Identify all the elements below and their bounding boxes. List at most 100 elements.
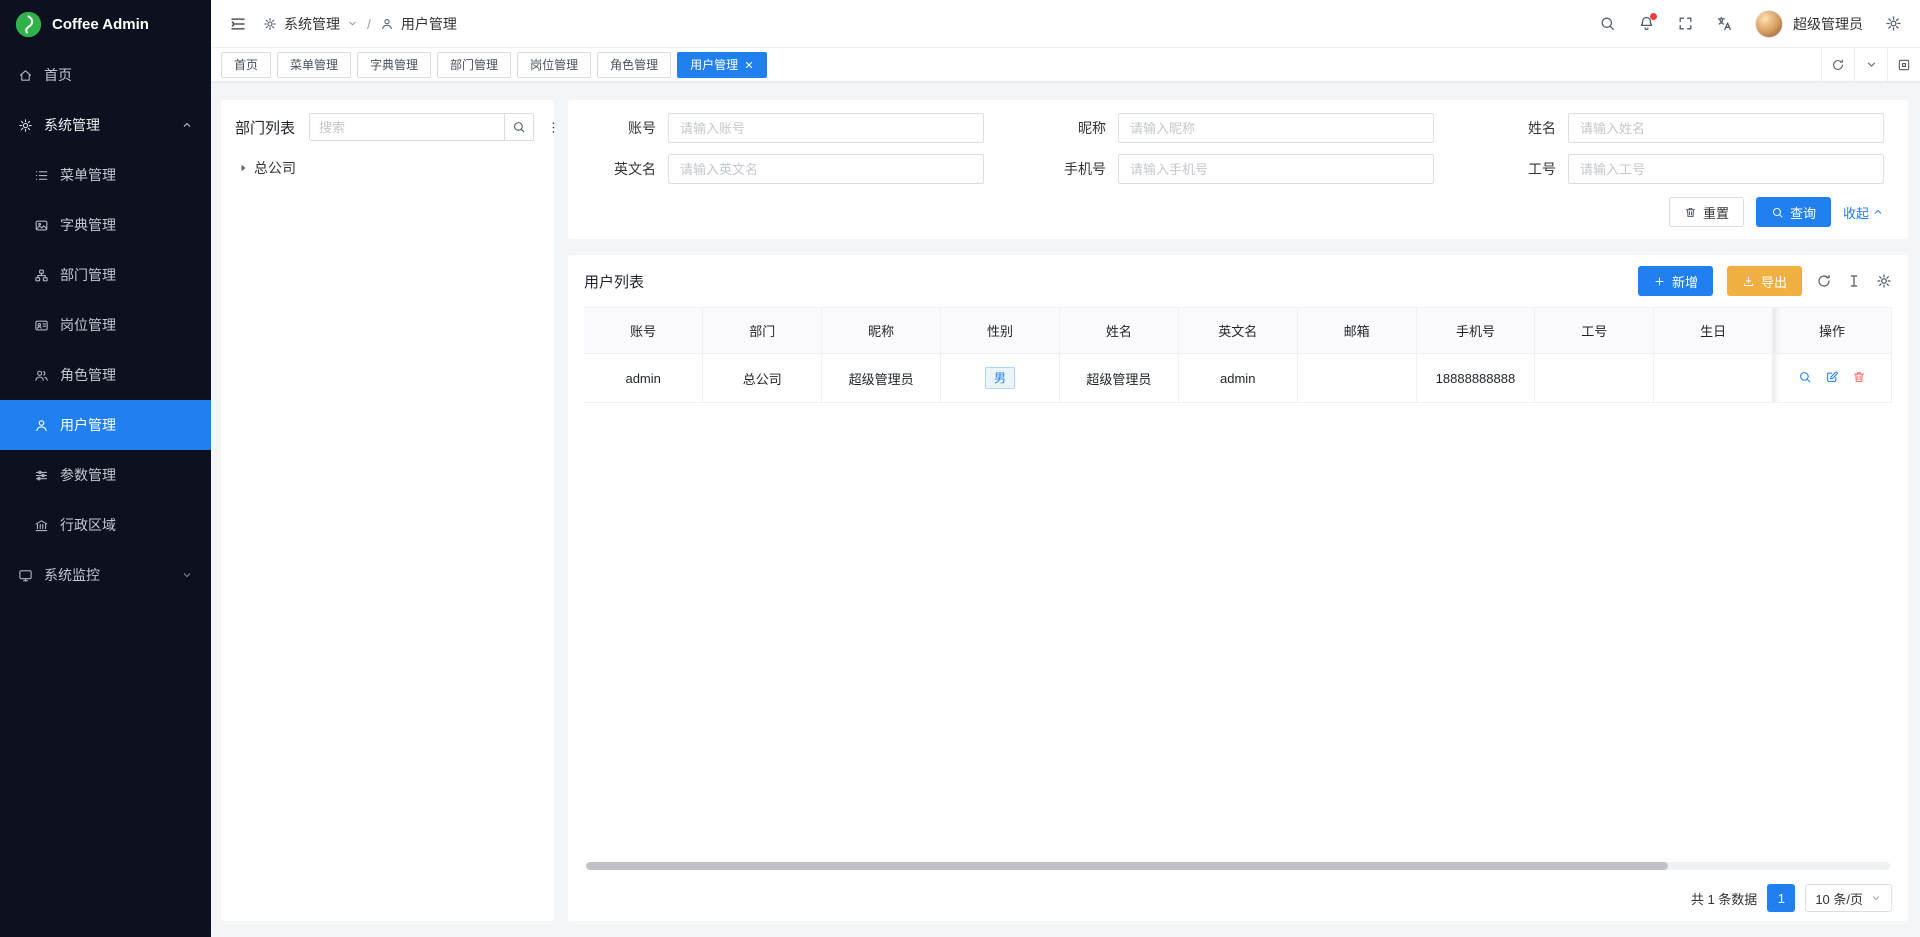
user-name[interactable]: 超级管理员: [1793, 14, 1863, 34]
department-panel-header: 部门列表: [235, 113, 540, 141]
sidebar-item-system-monitor[interactable]: 系统监控: [0, 550, 211, 600]
tab-label: 字典管理: [370, 56, 418, 73]
sliders-icon: [34, 468, 49, 483]
tab-label: 角色管理: [610, 56, 658, 73]
content-fullscreen-button[interactable]: [1887, 48, 1920, 81]
tab-dict-management[interactable]: 字典管理: [357, 52, 431, 78]
field-label: 姓名: [1492, 118, 1556, 138]
cell-dept: 总公司: [703, 354, 822, 403]
settings-gear-icon[interactable]: [1885, 15, 1902, 32]
refresh-tabs-button[interactable]: [1821, 48, 1854, 81]
job-no-input[interactable]: [1568, 154, 1884, 184]
user-avatar[interactable]: [1755, 10, 1783, 38]
page-button-1[interactable]: 1: [1767, 884, 1795, 912]
name-input[interactable]: [1568, 113, 1884, 143]
translate-icon[interactable]: [1716, 15, 1733, 32]
chevron-up-icon: [181, 119, 193, 131]
collapse-filters-link[interactable]: 收起: [1843, 203, 1884, 222]
caret-right-icon[interactable]: [237, 162, 249, 174]
delete-icon[interactable]: [1852, 370, 1866, 384]
gender-tag: 男: [985, 367, 1015, 389]
breadcrumb-section[interactable]: 系统管理: [284, 14, 340, 34]
en-name-input[interactable]: [668, 154, 984, 184]
tab-label: 用户管理: [690, 56, 738, 73]
search-button-label: 查询: [1790, 203, 1816, 222]
tab-home[interactable]: 首页: [221, 52, 271, 78]
search-icon[interactable]: [1599, 15, 1616, 32]
page-size-select[interactable]: 10 条/页: [1805, 884, 1892, 912]
sidebar-item-region-management[interactable]: 行政区域: [0, 500, 211, 550]
team-icon: [34, 368, 49, 383]
sidebar-item-label: 首页: [44, 65, 72, 85]
sidebar-item-system-management[interactable]: 系统管理: [0, 100, 211, 150]
app-root: Coffee Admin 首页 系统管理 菜单管理 字典管理: [0, 0, 1920, 937]
column-header-gender: 性别: [941, 308, 1060, 354]
sidebar-item-post-management[interactable]: 岗位管理: [0, 300, 211, 350]
view-icon[interactable]: [1798, 370, 1812, 384]
app-logo: Coffee Admin: [0, 0, 211, 48]
column-header-en-name: 英文名: [1178, 308, 1297, 354]
phone-input[interactable]: [1118, 154, 1434, 184]
sidebar-item-home[interactable]: 首页: [0, 50, 211, 100]
column-settings-gear-icon[interactable]: [1876, 273, 1892, 289]
sidebar-item-param-management[interactable]: 参数管理: [0, 450, 211, 500]
tab-menu-management[interactable]: 菜单管理: [277, 52, 351, 78]
notifications-button[interactable]: [1638, 15, 1655, 32]
cell-birthday: [1654, 354, 1773, 403]
collapse-sidebar-icon[interactable]: [229, 15, 247, 33]
sidebar-item-user-management[interactable]: 用户管理: [0, 400, 211, 450]
filter-field-account: 账号: [592, 113, 984, 143]
tab-user-management[interactable]: 用户管理: [677, 52, 767, 78]
field-label: 账号: [592, 118, 656, 138]
cell-nickname: 超级管理员: [822, 354, 941, 403]
sidebar-item-dict-management[interactable]: 字典管理: [0, 200, 211, 250]
search-button[interactable]: 查询: [1756, 197, 1831, 227]
notification-dot: [1650, 13, 1657, 20]
add-user-button[interactable]: 新增: [1638, 266, 1713, 296]
tab-post-management[interactable]: 岗位管理: [517, 52, 591, 78]
column-header-dept: 部门: [703, 308, 822, 354]
reset-button-label: 重置: [1703, 203, 1729, 222]
fullscreen-icon[interactable]: [1677, 15, 1694, 32]
tab-options-button[interactable]: [1854, 48, 1887, 81]
tab-role-management[interactable]: 角色管理: [597, 52, 671, 78]
chevron-down-icon: [181, 569, 193, 581]
home-icon: [18, 68, 33, 83]
export-button[interactable]: 导出: [1727, 266, 1802, 296]
account-input[interactable]: [668, 113, 984, 143]
tree-node-head-office[interactable]: 总公司: [235, 155, 540, 181]
sidebar-item-dept-management[interactable]: 部门管理: [0, 250, 211, 300]
pagination: 共 1 条数据 1 10 条/页: [584, 875, 1892, 921]
sidebar-item-menu-management[interactable]: 菜单管理: [0, 150, 211, 200]
department-tree: 总公司: [235, 155, 540, 908]
filter-field-job-no: 工号: [1492, 154, 1884, 184]
page-size-value: 10 条/页: [1815, 889, 1863, 908]
row-height-icon[interactable]: [1846, 273, 1862, 289]
more-vertical-icon[interactable]: [546, 120, 561, 135]
department-search-input[interactable]: [309, 113, 504, 141]
image-icon: [34, 218, 49, 233]
expand-icon: [1897, 58, 1911, 72]
scrollbar-thumb[interactable]: [586, 862, 1668, 870]
column-header-job-no: 工号: [1535, 308, 1654, 354]
filter-grid: 账号 昵称 姓名 英文名: [592, 113, 1884, 184]
user-list-card: 用户列表 新增 导出: [568, 255, 1908, 921]
department-search-button[interactable]: [504, 113, 534, 141]
sidebar-item-role-management[interactable]: 角色管理: [0, 350, 211, 400]
horizontal-scrollbar[interactable]: [586, 862, 1890, 870]
plus-icon: [1653, 275, 1666, 288]
cell-en-name: admin: [1178, 354, 1297, 403]
sidebar-item-label: 用户管理: [60, 415, 116, 435]
tab-bar-tools: [1821, 48, 1920, 81]
sidebar-item-label: 系统管理: [44, 115, 100, 135]
edit-icon[interactable]: [1825, 370, 1839, 384]
filter-field-name: 姓名: [1492, 113, 1884, 143]
tab-dept-management[interactable]: 部门管理: [437, 52, 511, 78]
app-title: Coffee Admin: [52, 16, 149, 33]
chevron-down-icon: [347, 18, 358, 29]
user-list-tools: 新增 导出: [1638, 266, 1892, 296]
nickname-input[interactable]: [1118, 113, 1434, 143]
close-icon[interactable]: [744, 60, 754, 70]
reset-button[interactable]: 重置: [1669, 197, 1744, 227]
refresh-icon[interactable]: [1816, 273, 1832, 289]
